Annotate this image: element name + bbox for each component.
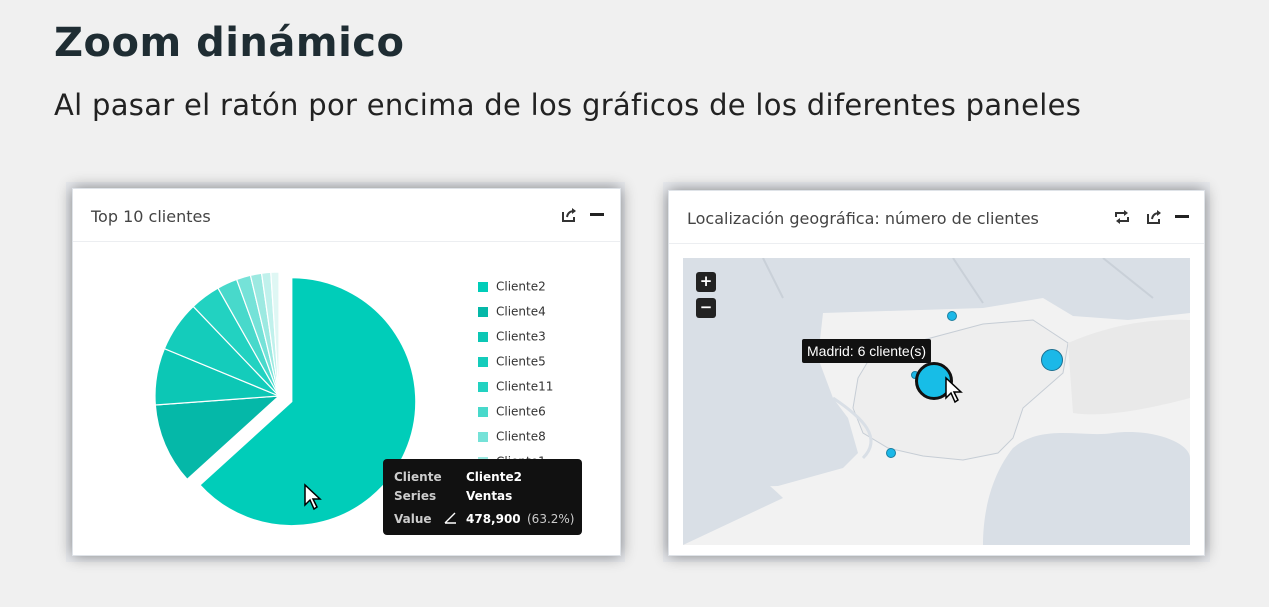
legend-label: Cliente11 bbox=[496, 379, 554, 394]
legend-item[interactable]: Cliente6 bbox=[478, 404, 546, 420]
zoom-out-button[interactable]: − bbox=[696, 298, 716, 318]
legend-swatch bbox=[478, 331, 488, 342]
share-icon[interactable] bbox=[560, 206, 578, 224]
legend-label: Cliente4 bbox=[496, 304, 546, 319]
pie-tooltip: Cliente Cliente2 Series Ventas Value 478… bbox=[383, 459, 582, 535]
panel-header: Top 10 clientes bbox=[73, 189, 620, 242]
legend-item[interactable]: Cliente5 bbox=[478, 354, 546, 370]
map-marker[interactable] bbox=[886, 448, 896, 458]
legend-label: Cliente5 bbox=[496, 354, 546, 369]
legend-swatch bbox=[478, 381, 488, 392]
angle-icon bbox=[444, 512, 456, 524]
minimize-icon[interactable] bbox=[1173, 208, 1191, 226]
tooltip-key: Cliente bbox=[394, 470, 442, 484]
panel-title: Top 10 clientes bbox=[91, 207, 211, 226]
tooltip-value: Ventas bbox=[466, 489, 513, 503]
zoom-in-button[interactable]: + bbox=[696, 272, 716, 292]
mouse-cursor-icon bbox=[945, 376, 963, 404]
tooltip-value: Cliente2 bbox=[466, 470, 522, 484]
legend-label: Cliente2 bbox=[496, 279, 546, 294]
page-title: Zoom dinámico bbox=[54, 20, 405, 66]
panel-header: Localización geográfica: número de clien… bbox=[669, 191, 1204, 244]
legend-swatch bbox=[478, 406, 488, 417]
legend-swatch bbox=[478, 356, 488, 367]
tooltip-key: Value bbox=[394, 512, 432, 526]
legend-label: Cliente3 bbox=[496, 329, 546, 344]
panel-title: Localización geográfica: número de clien… bbox=[687, 209, 1039, 228]
geo-panel: Localización geográfica: número de clien… bbox=[668, 190, 1205, 556]
refresh-icon[interactable] bbox=[1113, 208, 1131, 226]
share-icon[interactable] bbox=[1145, 208, 1163, 226]
tooltip-percent: (63.2%) bbox=[527, 512, 575, 526]
legend-swatch bbox=[478, 431, 488, 442]
legend-item[interactable]: Cliente2 bbox=[478, 279, 546, 295]
legend-label: Cliente8 bbox=[496, 429, 546, 444]
legend-item[interactable]: Cliente3 bbox=[478, 329, 546, 345]
map-area[interactable]: + − Madrid: 6 cliente(s) bbox=[683, 258, 1190, 545]
tooltip-value: 478,900 bbox=[466, 512, 521, 526]
legend-item[interactable]: Cliente11 bbox=[478, 379, 553, 395]
legend-label: Cliente6 bbox=[496, 404, 546, 419]
mouse-cursor-icon bbox=[304, 483, 322, 511]
page-subtitle: Al pasar el ratón por encima de los gráf… bbox=[54, 88, 1082, 122]
legend-swatch bbox=[478, 306, 488, 317]
map-marker[interactable] bbox=[1041, 349, 1063, 371]
tooltip-key: Series bbox=[394, 489, 437, 503]
map-canvas bbox=[683, 258, 1190, 545]
legend-item[interactable]: Cliente4 bbox=[478, 304, 546, 320]
legend-swatch bbox=[478, 281, 488, 292]
legend-item[interactable]: Cliente8 bbox=[478, 429, 546, 445]
minimize-icon[interactable] bbox=[588, 206, 606, 224]
map-tooltip: Madrid: 6 cliente(s) bbox=[802, 339, 932, 363]
map-marker[interactable] bbox=[947, 311, 957, 321]
top-clients-panel: Top 10 clientes Cliente2 Cliente4 Cliente3… bbox=[72, 188, 621, 556]
